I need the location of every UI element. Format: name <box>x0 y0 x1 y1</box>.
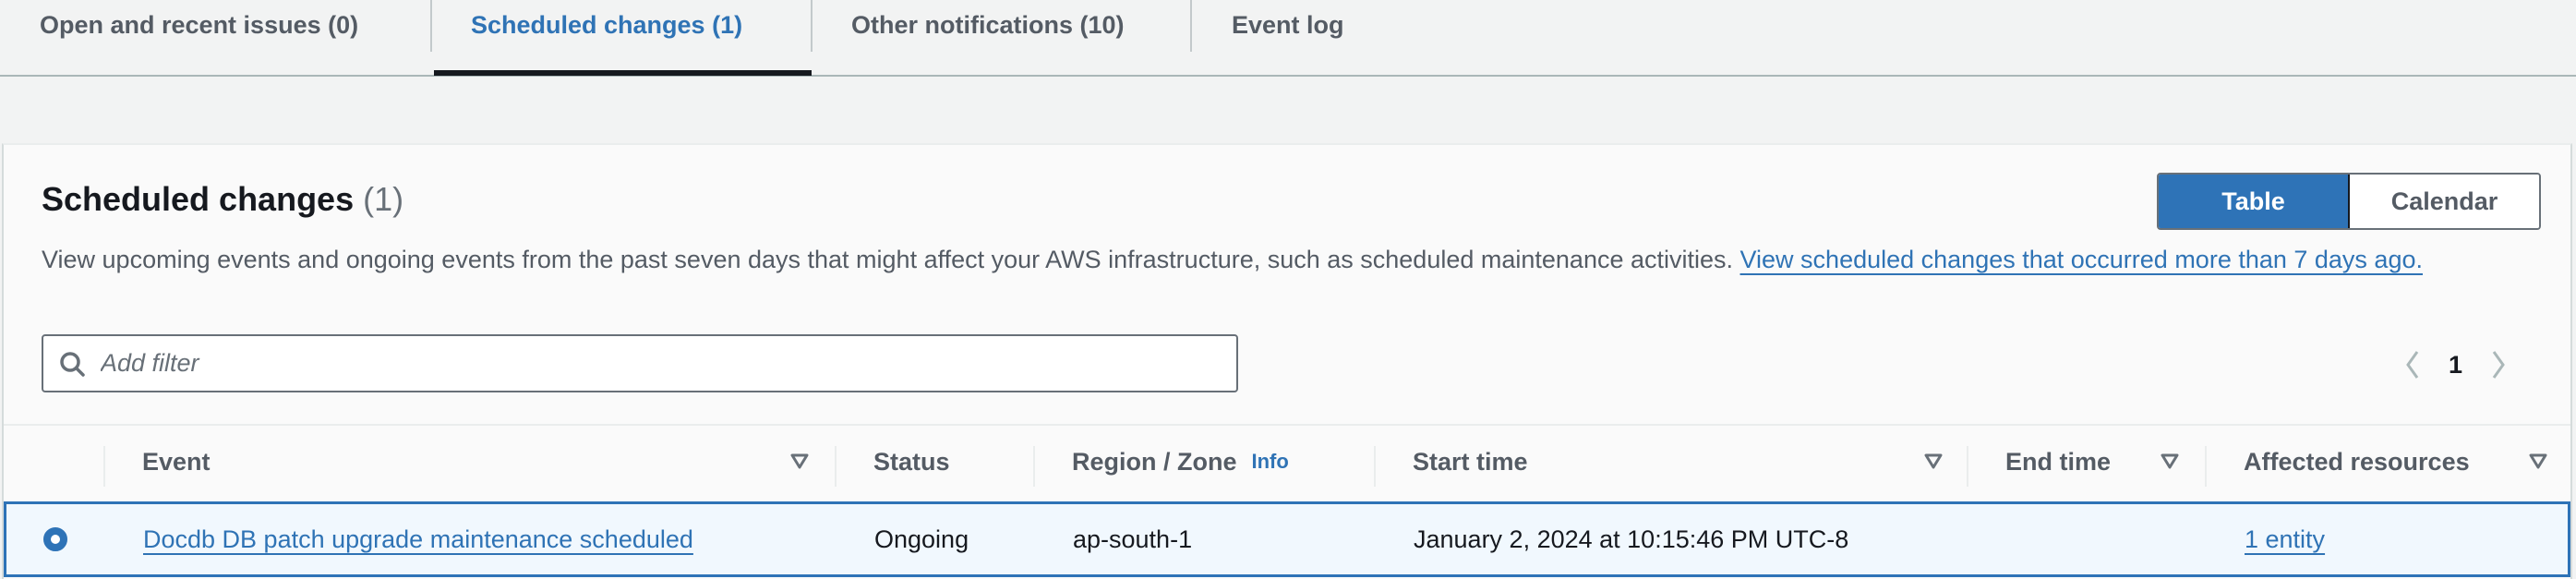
column-header-event[interactable]: Event <box>142 426 211 498</box>
cell-status: Ongoing <box>874 525 969 553</box>
tab-other-notifications[interactable]: Other notifications (10) <box>851 0 1125 75</box>
column-label: End time <box>2005 447 2112 476</box>
view-older-changes-link[interactable]: View scheduled changes that occurred mor… <box>1740 246 2423 273</box>
panel-description: View upcoming events and ongoing events … <box>42 239 2534 280</box>
panel-title: Scheduled changes (1) <box>42 180 403 219</box>
info-link[interactable]: Info <box>1252 450 1289 474</box>
sort-icon[interactable] <box>1924 452 1943 470</box>
column-divider <box>1374 446 1376 487</box>
row-select-radio[interactable] <box>43 527 67 551</box>
tab-event-log[interactable]: Event log <box>1232 0 1344 75</box>
filter-input[interactable] <box>99 348 1192 379</box>
table-row[interactable]: Docdb DB patch upgrade maintenance sched… <box>4 501 2570 577</box>
scheduled-changes-panel: Scheduled changes (1) Table Calendar Vie… <box>2 143 2572 579</box>
affected-resources-link[interactable]: 1 entity <box>2245 525 2325 554</box>
column-divider <box>1967 446 1968 487</box>
calendar-view-button[interactable]: Calendar <box>2350 175 2539 228</box>
column-header-end-time[interactable]: End time <box>2005 426 2111 498</box>
table-view-button[interactable]: Table <box>2159 175 2350 228</box>
next-page-icon[interactable] <box>2486 346 2510 383</box>
tab-bar: Open and recent issues (0) Scheduled cha… <box>0 0 2576 77</box>
cell-start-time: January 2, 2024 at 10:15:46 PM UTC-8 <box>1414 525 1849 553</box>
panel-title-count: (1) <box>363 180 404 218</box>
column-label: Start time <box>1413 447 1528 476</box>
pagination: 1 <box>2401 346 2510 383</box>
cell-region: ap-south-1 <box>1073 525 1193 553</box>
column-header-start-time[interactable]: Start time <box>1413 426 1528 498</box>
panel-title-text: Scheduled changes <box>42 180 355 218</box>
column-divider <box>2205 446 2207 487</box>
cell-affected-resources: 1 entity <box>2245 504 2325 574</box>
event-link[interactable]: Docdb DB patch upgrade maintenance sched… <box>143 525 693 554</box>
description-text: View upcoming events and ongoing events … <box>42 246 1740 273</box>
cell-event: Docdb DB patch upgrade maintenance sched… <box>143 504 693 574</box>
filter-field[interactable] <box>42 334 1238 392</box>
table-header: Event Status Region / Zone Info Start ti… <box>4 424 2570 498</box>
sort-icon[interactable] <box>2161 452 2179 470</box>
tab-divider <box>430 0 432 52</box>
column-divider <box>103 446 105 487</box>
column-label: Affected resources <box>2244 447 2470 476</box>
column-label: Event <box>142 447 211 476</box>
column-divider <box>835 446 837 487</box>
column-label: Status <box>873 447 950 476</box>
tab-divider <box>811 0 813 52</box>
sort-icon[interactable] <box>2529 452 2547 470</box>
column-header-status: Status <box>873 426 950 498</box>
tab-open-and-recent-issues[interactable]: Open and recent issues (0) <box>40 0 358 75</box>
current-page-number[interactable]: 1 <box>2449 351 2462 380</box>
column-label: Region / Zone <box>1072 447 1237 476</box>
column-header-region-zone: Region / Zone Info <box>1072 426 1289 498</box>
previous-page-icon[interactable] <box>2401 346 2425 383</box>
sort-icon[interactable] <box>790 452 809 470</box>
tab-scheduled-changes[interactable]: Scheduled changes (1) <box>471 0 742 75</box>
active-tab-indicator <box>434 70 812 76</box>
view-toggle: Table Calendar <box>2157 173 2541 230</box>
search-icon <box>60 351 85 377</box>
column-header-affected-resources[interactable]: Affected resources <box>2244 426 2470 498</box>
column-divider <box>1033 446 1035 487</box>
tab-divider <box>1190 0 1192 52</box>
